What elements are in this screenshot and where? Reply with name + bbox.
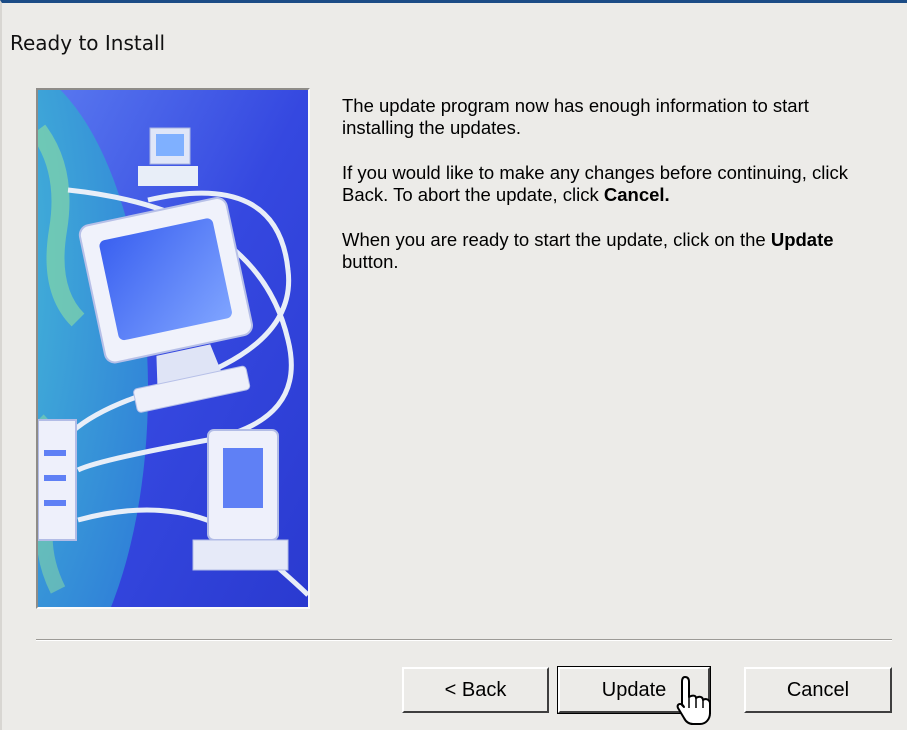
start-text: When you are ready to start the update, … (342, 229, 771, 250)
changes-paragraph: If you would like to make any changes be… (342, 162, 882, 206)
cancel-button[interactable]: Cancel (744, 667, 892, 713)
installer-dialog: Ready to Install The update program now … (0, 0, 907, 730)
changes-text: If you would like to make any changes be… (342, 162, 848, 205)
dialog-title: Ready to Install (10, 31, 166, 55)
hand-cursor-icon (676, 676, 711, 725)
computer-network-icon (38, 90, 308, 607)
button-separator (36, 639, 892, 641)
dialog-header: Ready to Install (10, 31, 890, 61)
instructions: The update program now has enough inform… (342, 95, 882, 296)
back-button[interactable]: < Back (402, 667, 549, 713)
start-paragraph: When you are ready to start the update, … (342, 229, 882, 273)
start-text-end: button. (342, 251, 399, 272)
intro-paragraph: The update program now has enough inform… (342, 95, 809, 138)
network-illustration (36, 88, 310, 609)
cancel-emphasis: Cancel. (603, 184, 670, 205)
update-emphasis: Update (770, 229, 834, 250)
